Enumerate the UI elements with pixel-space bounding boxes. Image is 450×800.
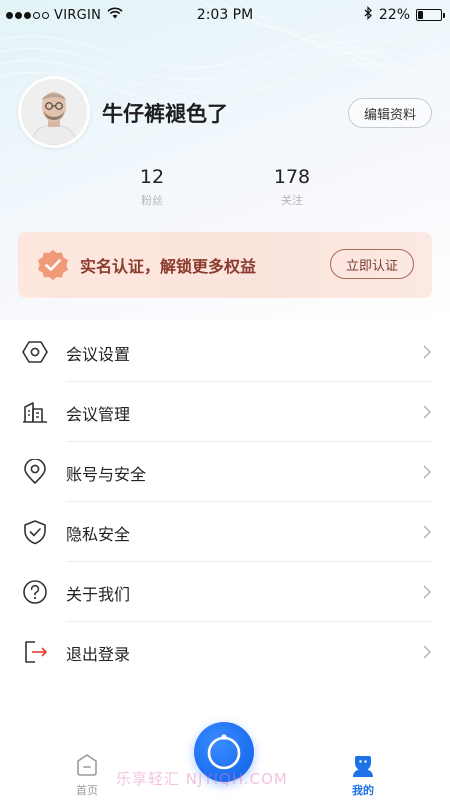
menu-label: 会议设置 [66, 345, 131, 364]
chevron-right-icon [422, 584, 432, 600]
following-count: 178 [273, 166, 311, 188]
edit-profile-button[interactable]: 编辑资料 [348, 98, 432, 128]
chevron-right-icon [422, 464, 432, 480]
followers-count: 12 [139, 166, 165, 188]
status-right: 22% [364, 6, 445, 24]
menu-item-meeting-settings[interactable]: 会议设置 [0, 322, 450, 382]
verify-text: 实名认证，解锁更多权益 [80, 257, 257, 276]
menu-label: 账号与安全 [66, 465, 147, 484]
menu-item-account-security[interactable]: 账号与安全 [0, 442, 450, 502]
battery-fill [418, 11, 423, 19]
avatar[interactable] [18, 76, 90, 148]
chevron-right-icon [422, 644, 432, 660]
verified-badge-icon [36, 248, 70, 282]
location-pin-icon [22, 458, 48, 485]
hexagon-settings-icon [22, 339, 48, 365]
menu-item-about-us[interactable]: 关于我们 [0, 562, 450, 622]
verify-banner: 实名认证，解锁更多权益 立即认证 [18, 232, 432, 298]
menu-label: 会议管理 [66, 405, 131, 424]
question-circle-icon [22, 579, 48, 605]
watermark: 乐享轻汇 NJYIQH.COM [116, 770, 288, 788]
battery-icon [416, 9, 445, 21]
battery-percent: 22% [378, 7, 410, 23]
chevron-right-icon [422, 524, 432, 540]
chevron-right-icon [422, 404, 432, 420]
user-icon [350, 752, 376, 778]
status-bar: VIRGIN 2:03 PM 22% [0, 0, 450, 30]
stat-followers[interactable]: 12 粉丝 [112, 166, 192, 208]
menu-item-privacy-security[interactable]: 隐私安全 [0, 502, 450, 562]
menu-item-logout[interactable]: 退出登录 [0, 622, 450, 682]
avatar-photo [21, 79, 87, 145]
menu-label: 退出登录 [66, 645, 131, 664]
stat-following[interactable]: 178 关注 [252, 166, 332, 208]
tab-mine-label: 我的 [352, 784, 374, 797]
chevron-right-icon [422, 344, 432, 360]
verify-now-button[interactable]: 立即认证 [330, 249, 414, 279]
menu-item-meeting-management[interactable]: 会议管理 [0, 382, 450, 442]
buildings-icon [22, 399, 48, 425]
tab-home-label: 首页 [76, 784, 98, 797]
home-icon [74, 752, 100, 778]
tab-mine[interactable]: 我的 [338, 752, 388, 798]
tab-home[interactable]: 首页 [62, 752, 112, 798]
logout-icon [22, 639, 48, 665]
profile-name: 牛仔裤褪色了 [102, 102, 228, 126]
menu-label: 关于我们 [66, 585, 131, 604]
following-label: 关注 [281, 194, 303, 207]
shield-check-icon [22, 519, 48, 545]
settings-menu: 会议设置 会议管理 账号与安全 隐私安全 关于我们 退出登录 [0, 322, 450, 682]
menu-label: 隐私安全 [66, 525, 131, 544]
followers-label: 粉丝 [141, 194, 163, 207]
bluetooth-icon [364, 6, 373, 24]
